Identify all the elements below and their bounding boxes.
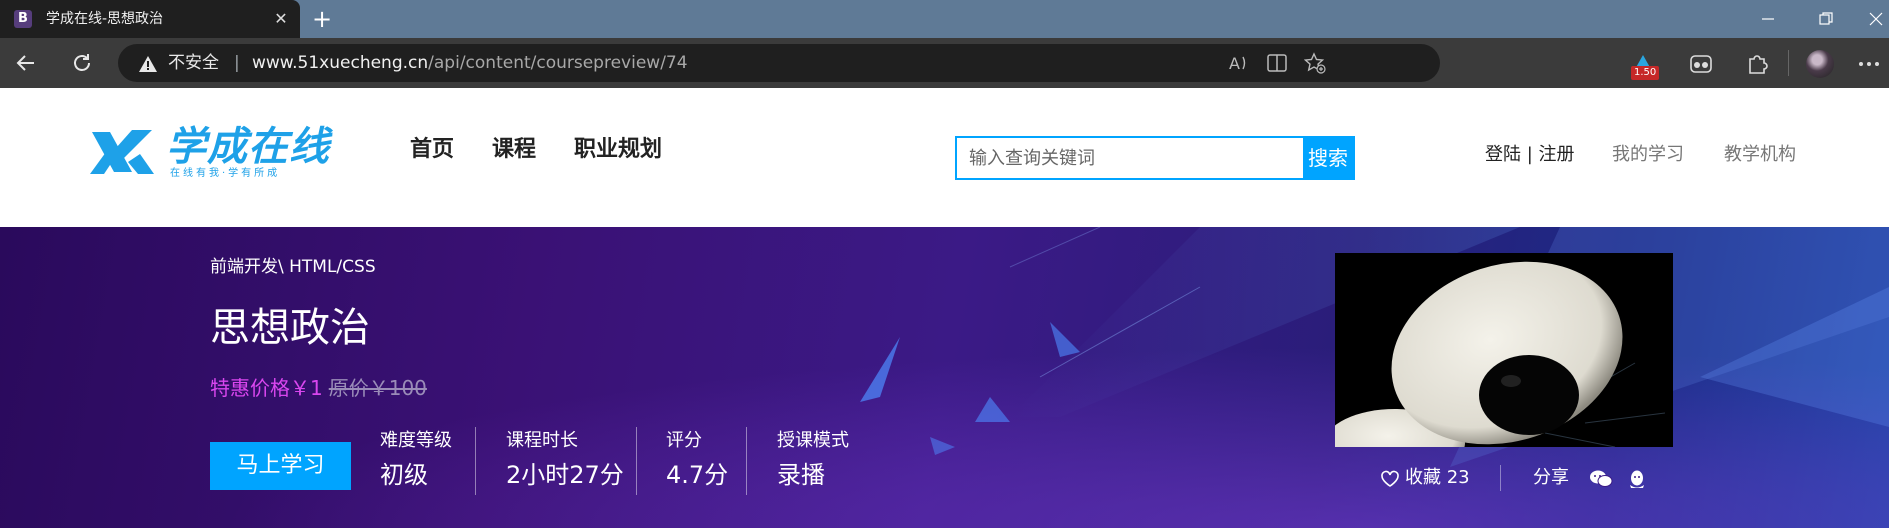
profile-avatar[interactable] — [1806, 50, 1834, 78]
course-thumbnail[interactable] — [1335, 253, 1673, 447]
stat-value: 初级 — [380, 461, 428, 489]
stat-label: 难度等级 — [380, 430, 452, 451]
svg-text:A: A — [1229, 54, 1240, 73]
minimize-icon — [1762, 18, 1774, 20]
heart-icon — [1381, 470, 1399, 487]
extension-badge: 1.50 — [1631, 66, 1660, 80]
window-restore-button[interactable] — [1806, 6, 1846, 32]
puzzle-icon[interactable] — [1744, 51, 1770, 77]
logo-mark-icon — [90, 130, 154, 174]
search-input[interactable] — [957, 138, 1305, 178]
logo-slogan: 在线有我·学有所成 — [170, 168, 281, 179]
share-section: 分享 — [1533, 465, 1644, 491]
browser-tab-strip: B 学成在线-思想政治 ✕ + — [0, 0, 1889, 38]
stat-value: 2小时27分 — [506, 461, 624, 489]
tab-close-icon[interactable]: ✕ — [272, 10, 290, 28]
security-label[interactable]: 不安全 — [168, 53, 219, 73]
stat-rating: 评分 4.7分 — [666, 429, 728, 491]
refresh-icon — [74, 54, 90, 71]
stat-difficulty: 难度等级 初级 — [380, 429, 452, 491]
tracker-icon[interactable] — [1688, 51, 1714, 77]
nav-home[interactable]: 首页 — [410, 136, 454, 164]
start-learning-button[interactable]: 马上学习 — [210, 442, 351, 490]
favorites-add-icon[interactable] — [1304, 52, 1326, 74]
split-screen-icon[interactable] — [1266, 52, 1288, 74]
course-cover-image — [1335, 253, 1673, 447]
browser-tab-active[interactable]: B 学成在线-思想政治 ✕ — [0, 0, 300, 38]
url-host: www.51xuecheng.cn — [252, 53, 429, 73]
my-study-link[interactable]: 我的学习 — [1612, 142, 1684, 168]
refresh-button[interactable] — [70, 51, 94, 75]
share-label: 分享 — [1533, 467, 1569, 488]
qq-icon[interactable] — [1627, 469, 1647, 491]
nav-courses[interactable]: 课程 — [492, 136, 536, 164]
logo-text: 学成在线 — [166, 124, 330, 170]
tab-title: 学成在线-思想政治 — [46, 11, 164, 27]
actions-divider — [1500, 465, 1501, 491]
url-text[interactable]: www.51xuecheng.cn/api/content/courseprev… — [252, 53, 688, 73]
stat-divider — [636, 427, 637, 495]
price-current: 特惠价格￥1 — [210, 376, 323, 400]
back-icon — [16, 55, 34, 71]
address-bar[interactable]: 不安全 | www.51xuecheng.cn/api/content/cour… — [118, 44, 1440, 82]
bootstrap-favicon-icon: B — [14, 10, 32, 28]
stat-label: 课程时长 — [506, 430, 578, 451]
url-path: /api/content/coursepreview/74 — [428, 53, 688, 73]
search-button[interactable]: 搜索 — [1303, 138, 1353, 178]
stat-teaching-mode: 授课模式 录播 — [777, 429, 849, 491]
restore-icon — [1819, 12, 1833, 25]
stat-label: 评分 — [666, 430, 702, 451]
course-price: 特惠价格￥1 原价￥100 — [210, 375, 427, 401]
stat-value: 4.7分 — [666, 461, 729, 489]
price-original: 原价￥100 — [328, 376, 427, 400]
read-aloud-icon[interactable]: A — [1228, 52, 1250, 74]
warning-icon[interactable] — [138, 55, 158, 73]
institution-link[interactable]: 教学机构 — [1724, 142, 1796, 168]
course-title: 思想政治 — [210, 305, 370, 351]
favorite-count: 收藏 23 — [1405, 467, 1470, 488]
stat-value: 录播 — [777, 461, 825, 489]
login-register-link[interactable]: 登陆 | 注册 — [1485, 142, 1575, 168]
back-button[interactable] — [14, 51, 38, 75]
stat-divider — [475, 427, 476, 495]
close-icon — [1869, 12, 1883, 26]
window-close-button[interactable] — [1856, 6, 1889, 32]
browser-toolbar: 不安全 | www.51xuecheng.cn/api/content/cour… — [0, 38, 1889, 88]
toolbar-divider — [1788, 50, 1789, 76]
wechat-icon[interactable] — [1589, 469, 1613, 489]
stat-duration: 课程时长 2小时27分 — [506, 429, 624, 491]
window-minimize-button[interactable] — [1748, 6, 1788, 32]
stat-label: 授课模式 — [777, 430, 849, 451]
nav-career-planning[interactable]: 职业规划 — [574, 136, 662, 164]
site-header: 学成在线 在线有我·学有所成 首页 课程 职业规划 搜索 登陆 | 注册 我的学… — [0, 88, 1889, 227]
stat-divider — [746, 427, 747, 495]
site-logo[interactable]: 学成在线 在线有我·学有所成 — [88, 124, 340, 182]
search-box: 搜索 — [955, 136, 1355, 180]
security-divider: | — [234, 53, 240, 73]
course-banner: 前端开发\ HTML/CSS 思想政治 特惠价格￥1 原价￥100 马上学习 难度… — [0, 227, 1889, 528]
more-icon[interactable] — [1856, 51, 1882, 77]
new-tab-icon[interactable]: + — [310, 7, 334, 31]
course-breadcrumb: 前端开发\ HTML/CSS — [210, 257, 376, 277]
main-nav: 首页 课程 职业规划 — [410, 136, 662, 164]
